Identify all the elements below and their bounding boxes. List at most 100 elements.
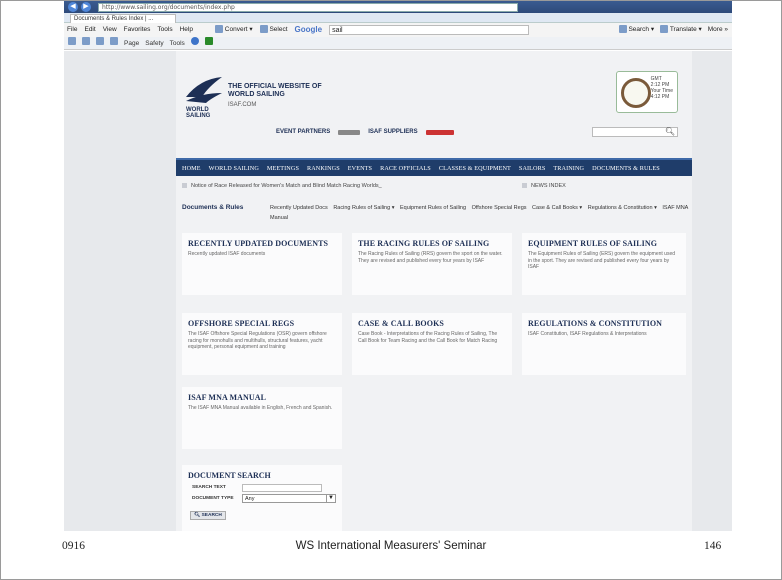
- select-button[interactable]: Select: [259, 23, 288, 37]
- subnav-offshore-regs[interactable]: Offshore Special Regs: [472, 205, 527, 211]
- subnav-title[interactable]: Documents & Rules: [182, 203, 243, 213]
- card-equipment-rules[interactable]: EQUIPMENT RULES OF SAILING The Equipment…: [522, 233, 686, 295]
- select-icon: [259, 25, 268, 34]
- convert-button[interactable]: Convert ▾: [214, 23, 253, 37]
- browser-tab[interactable]: Documents & Rules Index | ...: [70, 14, 176, 23]
- nav-home[interactable]: HOME: [182, 165, 201, 172]
- nav-meetings[interactable]: MEETINGS: [267, 165, 299, 172]
- supplier-logo-icon[interactable]: [425, 129, 454, 135]
- forward-button-icon[interactable]: ▶: [81, 2, 91, 12]
- nav-rankings[interactable]: RANKINGS: [307, 165, 340, 172]
- convert-icon: [214, 25, 223, 34]
- nav-race-officials[interactable]: RACE OFFICIALS: [380, 165, 431, 172]
- card-title[interactable]: RECENTLY UPDATED DOCUMENTS: [188, 239, 342, 248]
- card-regulations[interactable]: REGULATIONS & CONSTITUTION ISAF Constitu…: [522, 313, 686, 375]
- isaf-suppliers-label: ISAF SUPPLIERS: [368, 129, 418, 135]
- card-text: The ISAF MNA Manual available in English…: [188, 405, 333, 411]
- site-tagline: THE OFFICIAL WEBSITE OF WORLD SAILING IS…: [228, 83, 328, 109]
- nav-events[interactable]: EVENTS: [348, 165, 372, 172]
- document-type-label: DOCUMENT TYPE: [192, 496, 234, 501]
- footer-page-number: 146: [704, 540, 722, 552]
- more-button[interactable]: More »: [708, 23, 728, 37]
- menu-view[interactable]: View: [103, 23, 117, 37]
- subnav-regulations[interactable]: Regulations & Constitution ▾: [588, 205, 657, 211]
- nav-classes-equipment[interactable]: CLASSES & EQUIPMENT: [439, 165, 511, 172]
- menu-edit[interactable]: Edit: [84, 23, 95, 37]
- card-title[interactable]: REGULATIONS & CONSTITUTION: [528, 319, 686, 328]
- card-mna-manual[interactable]: ISAF MNA MANUAL The ISAF MNA Manual avai…: [182, 387, 342, 449]
- menu-file[interactable]: File: [67, 23, 77, 37]
- card-title[interactable]: THE RACING RULES OF SAILING: [358, 239, 512, 248]
- card-text: Recently updated ISAF documents: [188, 251, 266, 257]
- search-button[interactable]: 🔍︎ SEARCH: [190, 511, 226, 520]
- menu-help[interactable]: Help: [180, 23, 193, 37]
- help-icon[interactable]: [190, 37, 199, 45]
- google-search-input[interactable]: sail: [329, 25, 530, 35]
- menu-bar: File Edit View Favorites Tools Help Conv…: [64, 23, 732, 37]
- nav-documents-rules[interactable]: DOCUMENTS & RULES: [592, 165, 660, 172]
- card-offshore-regs[interactable]: OFFSHORE SPECIAL REGS The ISAF Offshore …: [182, 313, 342, 375]
- card-title[interactable]: EQUIPMENT RULES OF SAILING: [528, 239, 686, 248]
- page-menu[interactable]: Page: [124, 37, 139, 49]
- address-bar: ◀ ▶ http://www.sailing.org/documents/ind…: [64, 1, 732, 13]
- translate-button[interactable]: Translate ▾: [660, 23, 702, 37]
- card-racing-rules[interactable]: THE RACING RULES OF SAILING The Racing R…: [352, 233, 512, 295]
- document-search-panel: DOCUMENT SEARCH SEARCH TEXT DOCUMENT TYP…: [182, 465, 342, 531]
- nav-world-sailing[interactable]: WORLD SAILING: [209, 165, 259, 172]
- website-page: WORLD SAILING THE OFFICIAL WEBSITE OF WO…: [176, 51, 692, 531]
- document-type-select[interactable]: Any ▼: [242, 494, 336, 503]
- google-label: Google: [294, 25, 323, 34]
- card-text: Case Book - Interpretations of the Racin…: [358, 331, 498, 344]
- subnav-case-call-books[interactable]: Case & Call Books ▾: [532, 205, 582, 211]
- card-case-call-books[interactable]: CASE & CALL BOOKS Case Book - Interpreta…: [352, 313, 512, 375]
- search-icon: [618, 25, 627, 34]
- main-nav: HOME WORLD SAILING MEETINGS RANKINGS EVE…: [176, 158, 692, 176]
- translate-icon: [660, 25, 669, 34]
- search-icon[interactable]: 🔍︎: [665, 127, 675, 136]
- site-search-input[interactable]: 🔍︎: [592, 127, 678, 137]
- clock-text: GMT 2:12 PM Your Time 4:12 PM: [650, 76, 673, 100]
- tab-bar: Documents & Rules Index | ...: [64, 13, 732, 23]
- tools-menu[interactable]: Tools: [170, 37, 185, 49]
- search-text-label: SEARCH TEXT: [192, 485, 226, 490]
- card-title[interactable]: ISAF MNA MANUAL: [188, 393, 342, 402]
- clock-icon: [621, 78, 651, 108]
- back-button-icon[interactable]: ◀: [68, 2, 78, 12]
- safety-menu[interactable]: Safety: [145, 37, 163, 49]
- slide-footer: 0916 WS International Measurers' Seminar…: [0, 540, 782, 560]
- news-item-link[interactable]: Notice of Race Released for Women's Matc…: [191, 183, 382, 189]
- addon-icon[interactable]: [204, 37, 213, 45]
- news-index-icon: [522, 183, 527, 189]
- subnav-equipment-rules[interactable]: Equipment Rules of Sailing: [400, 205, 466, 211]
- site-tagline-sub: ISAF.COM: [228, 102, 257, 108]
- partner-logo-icon[interactable]: [338, 129, 361, 135]
- svg-text:SAILING: SAILING: [186, 113, 211, 117]
- print-icon[interactable]: [96, 37, 104, 45]
- subnav-links: Recently Updated Docs Racing Rules of Sa…: [270, 203, 690, 223]
- url-input[interactable]: http://www.sailing.org/documents/index.p…: [98, 2, 518, 12]
- nav-sailors[interactable]: SAILORS: [519, 165, 546, 172]
- news-bullet-icon: [182, 183, 187, 189]
- card-title[interactable]: CASE & CALL BOOKS: [358, 319, 512, 328]
- chevron-down-icon: ▼: [326, 494, 335, 503]
- menu-favorites[interactable]: Favorites: [124, 23, 151, 37]
- page-icon[interactable]: [110, 37, 118, 45]
- menu-tools[interactable]: Tools: [157, 23, 172, 37]
- search-button[interactable]: Search ▾: [618, 23, 654, 37]
- subnav-recently-updated[interactable]: Recently Updated Docs: [270, 205, 328, 211]
- subnav-racing-rules[interactable]: Racing Rules of Sailing ▾: [333, 205, 394, 211]
- card-text: The Equipment Rules of Sailing (ERS) gov…: [528, 251, 676, 270]
- command-bar: Page Safety Tools: [64, 37, 732, 50]
- card-recently-updated[interactable]: RECENTLY UPDATED DOCUMENTS Recently upda…: [182, 233, 342, 295]
- footer-title: WS International Measurers' Seminar: [295, 540, 487, 552]
- search-text-input[interactable]: [242, 484, 322, 492]
- document-search-title: DOCUMENT SEARCH: [188, 471, 271, 480]
- card-title[interactable]: OFFSHORE SPECIAL REGS: [188, 319, 342, 328]
- toolbar-right: Search ▾ Translate ▾ More »: [618, 23, 732, 37]
- news-ticker: Notice of Race Released for Women's Matc…: [176, 181, 692, 191]
- feeds-icon[interactable]: [82, 37, 90, 45]
- nav-training[interactable]: TRAINING: [553, 165, 584, 172]
- browser-screenshot: ◀ ▶ http://www.sailing.org/documents/ind…: [64, 1, 732, 531]
- home-icon[interactable]: [68, 37, 76, 45]
- news-index-link[interactable]: NEWS INDEX: [516, 181, 566, 191]
